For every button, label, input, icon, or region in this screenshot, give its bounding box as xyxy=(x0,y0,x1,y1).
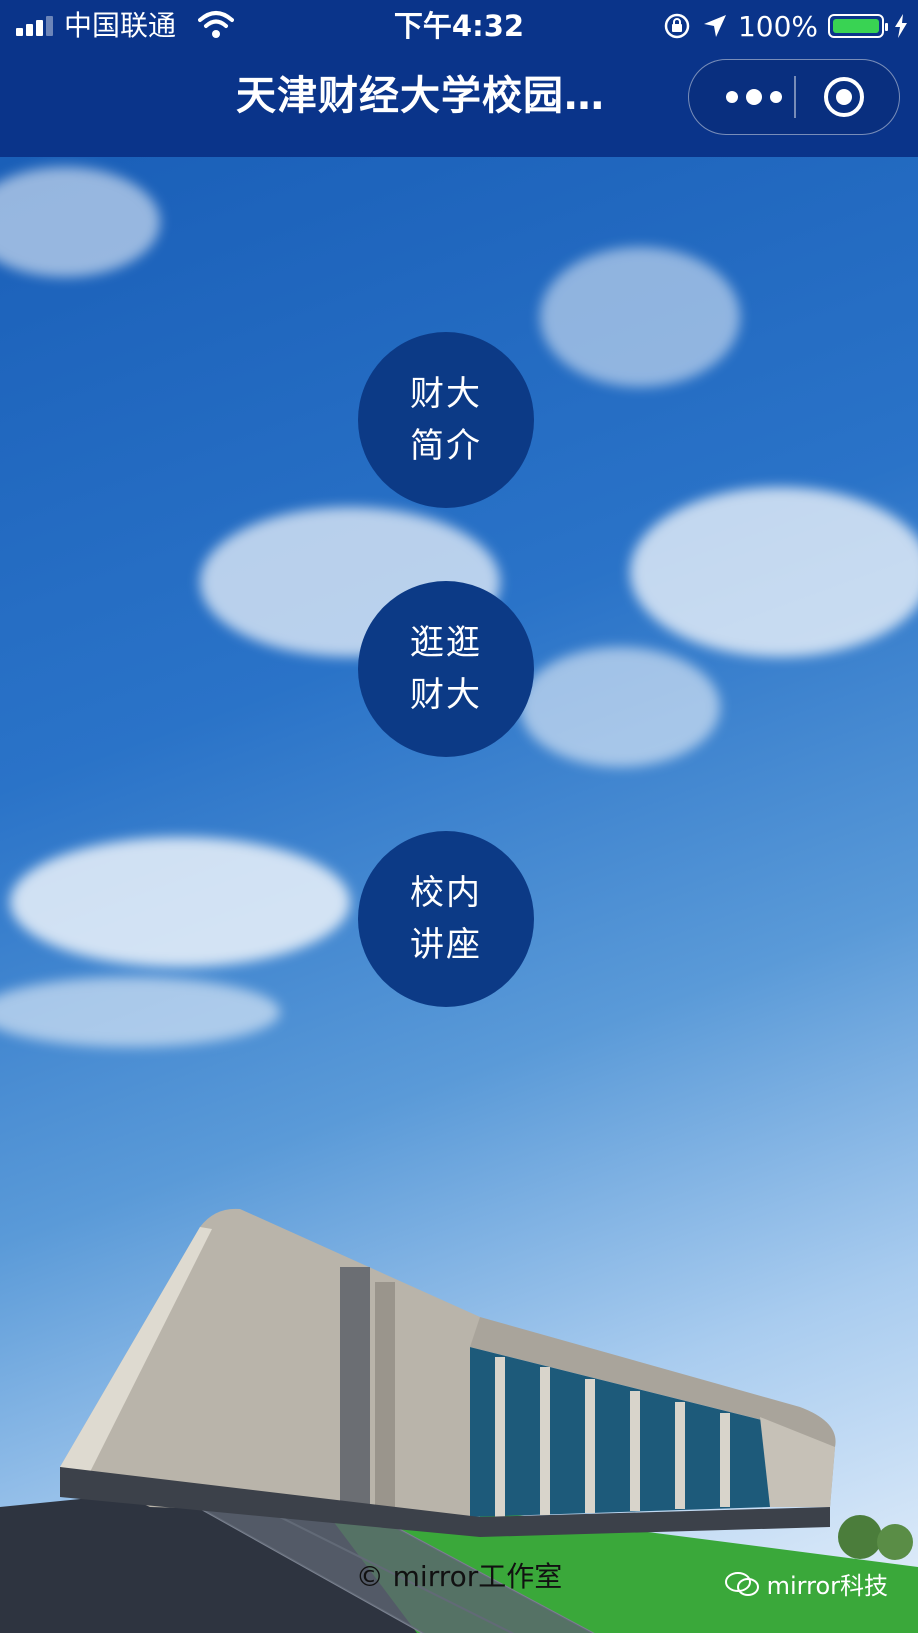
menu-button-label: 校内 xyxy=(410,873,482,913)
rotation-lock-icon xyxy=(664,13,690,39)
cloud-decoration xyxy=(520,647,720,767)
menu-button-label: 讲座 xyxy=(410,925,482,965)
status-bar: 中国联通 下午4:32 100% xyxy=(0,0,918,52)
menu-button-label: 逛逛 xyxy=(410,623,482,663)
menu-button-lectures[interactable]: 校内 讲座 xyxy=(358,831,534,1007)
status-right: 100% xyxy=(662,8,908,44)
menu-button-tour[interactable]: 逛逛 财大 xyxy=(358,581,534,757)
menu-button-label: 财大 xyxy=(410,374,482,414)
page-title: 天津财经大学校园… xyxy=(236,73,605,119)
capsule-divider xyxy=(794,76,796,118)
cloud-decoration xyxy=(0,977,280,1047)
watermark-text: mirror科技 xyxy=(766,1572,888,1600)
main-background: 财大 简介 逛逛 财大 校内 讲座 © mirror工作室 xyxy=(0,157,918,1633)
mini-program-capsule xyxy=(688,59,900,135)
close-mini-program-icon[interactable] xyxy=(821,74,867,120)
more-options-icon[interactable] xyxy=(719,60,789,134)
cloud-decoration xyxy=(0,167,160,277)
cloud-decoration xyxy=(10,837,350,967)
cloud-decoration xyxy=(630,487,918,657)
source-watermark: mirror科技 xyxy=(724,1566,888,1601)
cloud-decoration xyxy=(540,247,740,387)
battery-icon xyxy=(828,14,888,38)
top-bar: 中国联通 下午4:32 100% 天津财经大学校园… xyxy=(0,0,918,157)
charging-icon xyxy=(895,14,907,38)
wechat-icon xyxy=(724,1571,759,1596)
menu-button-label: 简介 xyxy=(410,426,482,466)
menu-button-intro[interactable]: 财大 简介 xyxy=(358,332,534,508)
location-arrow-icon xyxy=(703,15,726,37)
menu-button-label: 财大 xyxy=(410,675,482,715)
battery-percent: 100% xyxy=(737,9,818,43)
